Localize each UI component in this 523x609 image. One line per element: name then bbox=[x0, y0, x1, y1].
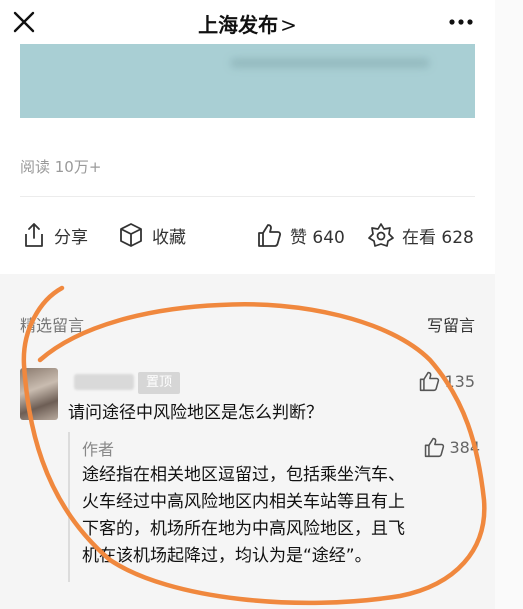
comments-header: 精选留言 写留言 bbox=[0, 300, 495, 340]
comment-like-count: 135 bbox=[444, 371, 475, 391]
read-count: 阅读 10万+ bbox=[20, 158, 102, 176]
divider bbox=[20, 196, 475, 197]
comment-like-button[interactable]: 135 bbox=[418, 370, 475, 392]
pinned-badge: 置顶 bbox=[138, 372, 181, 394]
blurred-text bbox=[230, 58, 430, 68]
like-label[interactable]: 赞 640 bbox=[290, 223, 345, 248]
reply-text: 途经指在相关地区逗留过，包括乘坐汽车、 火车经过中高风险地区内相关车站等且有上 … bbox=[82, 462, 482, 570]
blurred-username bbox=[74, 374, 134, 390]
reply-line: 下客的，机场所在地为中高风险地区，且飞 bbox=[82, 519, 405, 539]
thumbs-up-icon bbox=[420, 371, 440, 392]
top-navigation-bar: 上海发布 > bbox=[0, 0, 495, 44]
thumbs-up-icon bbox=[425, 437, 445, 458]
watching-label[interactable]: 在看 628 bbox=[402, 223, 474, 248]
avatar[interactable] bbox=[20, 368, 58, 420]
article-actions: 分享 收藏 赞 640 在看 628 bbox=[0, 220, 495, 250]
reply-line: 火车经过中高风险地区内相关车站等且有上 bbox=[82, 492, 405, 512]
comment-text: 请问途径中风险地区是怎么判断？ bbox=[68, 403, 323, 423]
more-dots-icon[interactable] bbox=[446, 10, 476, 34]
article-image bbox=[20, 44, 475, 118]
reply-author-label: 作者 bbox=[82, 440, 115, 459]
favorite-label[interactable]: 收藏 bbox=[152, 223, 186, 248]
thumbs-up-icon bbox=[258, 224, 282, 247]
share-label[interactable]: 分享 bbox=[54, 223, 88, 248]
reply-line: 途经指在相关地区逗留过，包括乘坐汽车、 bbox=[82, 465, 405, 485]
cube-icon bbox=[120, 223, 142, 247]
comment-item: 置顶 135 请问途径中风险地区是怎么判断？ 作者 384 途经指在相关地区逗留… bbox=[0, 362, 495, 609]
account-name[interactable]: 上海发布 bbox=[198, 13, 278, 37]
flower-icon bbox=[368, 223, 394, 247]
page-edge bbox=[495, 0, 523, 609]
comments-section-title: 精选留言 bbox=[20, 316, 85, 335]
write-comment-link[interactable]: 写留言 bbox=[427, 312, 475, 336]
author-reply: 作者 384 途经指在相关地区逗留过，包括乘坐汽车、 火车经过中高风险地区内相关… bbox=[68, 432, 480, 582]
reply-like-count: 384 bbox=[449, 437, 480, 457]
share-icon bbox=[25, 223, 43, 247]
article-card: 阅读 10万+ 分享 收藏 赞 640 在看 628 bbox=[0, 44, 495, 274]
account-title[interactable]: 上海发布 > bbox=[0, 9, 495, 38]
reply-line: 机在该机场起降过，均认为是“途经”。 bbox=[82, 546, 372, 566]
chevron-right-icon[interactable]: > bbox=[280, 13, 297, 37]
watching-button[interactable]: 在看 628 bbox=[368, 220, 474, 250]
favorite-button[interactable]: 收藏 bbox=[118, 220, 186, 250]
share-button[interactable]: 分享 bbox=[22, 220, 88, 250]
like-button[interactable]: 赞 640 bbox=[256, 220, 345, 250]
reply-like-button[interactable]: 384 bbox=[423, 436, 480, 458]
